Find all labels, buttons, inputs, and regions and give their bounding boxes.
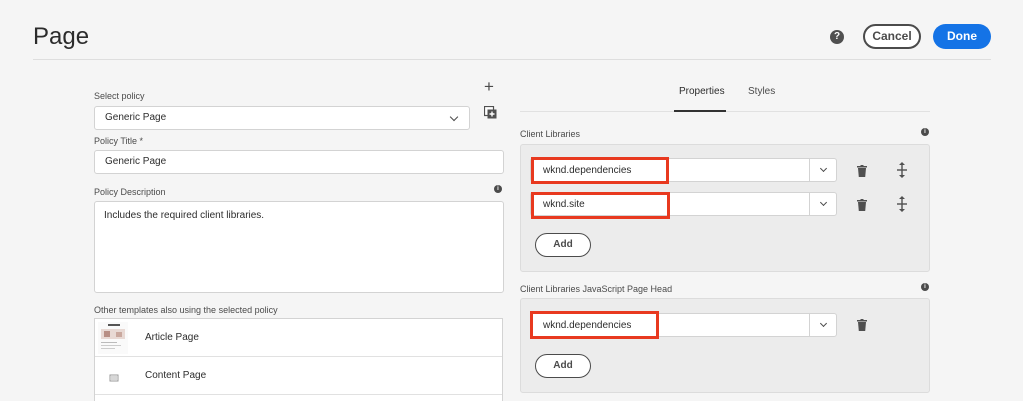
chevron-down-icon[interactable] xyxy=(819,319,828,328)
add-client-library-button[interactable]: Add xyxy=(535,233,591,257)
info-icon: i xyxy=(921,283,929,291)
add-client-library-head-button[interactable]: Add xyxy=(535,354,591,378)
page-icon xyxy=(98,360,128,392)
client-libraries-head-label: Client Libraries JavaScript Page Head xyxy=(520,284,673,294)
select-policy-value: Generic Page xyxy=(105,112,167,123)
select-policy-label: Select policy xyxy=(94,91,145,101)
delete-icon[interactable] xyxy=(857,319,867,331)
delete-icon[interactable] xyxy=(857,165,867,177)
policy-title-label: Policy Title * xyxy=(94,136,144,146)
policy-description-textarea[interactable]: Includes the required client libraries. xyxy=(94,201,504,293)
chevron-down-icon xyxy=(449,112,459,122)
article-thumbnail-icon xyxy=(98,322,128,354)
done-button[interactable]: Done xyxy=(933,24,991,49)
chevron-down-icon[interactable] xyxy=(819,198,828,207)
other-templates-label: Other templates also using the selected … xyxy=(94,305,278,315)
list-item[interactable]: Article Page xyxy=(95,319,502,357)
template-label-content: Content Page xyxy=(145,370,207,381)
templates-list: Article Page Content Page xyxy=(94,318,503,401)
add-policy-icon[interactable]: + xyxy=(484,78,494,95)
policy-title-input[interactable]: Generic Page xyxy=(94,150,504,174)
list-item[interactable]: Content Page xyxy=(95,357,502,395)
delete-icon[interactable] xyxy=(857,199,867,211)
combo-divider xyxy=(809,314,810,336)
tab-styles[interactable]: Styles xyxy=(748,86,775,97)
combo-divider xyxy=(809,159,810,181)
select-policy-dropdown[interactable]: Generic Page xyxy=(94,106,470,130)
active-tab-indicator xyxy=(674,110,726,112)
drag-handle-icon[interactable] xyxy=(896,196,908,212)
info-icon: i xyxy=(494,185,502,193)
drag-handle-icon[interactable] xyxy=(896,162,908,178)
template-label-article: Article Page xyxy=(145,332,199,343)
info-icon: i xyxy=(921,128,929,136)
policy-description-label: Policy Description xyxy=(94,187,166,197)
highlight-box xyxy=(530,311,659,339)
page-title: Page xyxy=(33,23,90,50)
header-divider xyxy=(33,59,991,60)
tab-properties[interactable]: Properties xyxy=(679,86,725,97)
help-icon[interactable]: ? xyxy=(830,30,844,44)
highlight-box xyxy=(531,192,670,219)
highlight-box xyxy=(531,157,669,184)
chevron-down-icon[interactable] xyxy=(819,164,828,173)
combo-divider xyxy=(809,193,810,215)
duplicate-policy-icon[interactable] xyxy=(484,106,497,119)
client-libraries-label: Client Libraries xyxy=(520,129,581,139)
cancel-button[interactable]: Cancel xyxy=(863,24,921,49)
